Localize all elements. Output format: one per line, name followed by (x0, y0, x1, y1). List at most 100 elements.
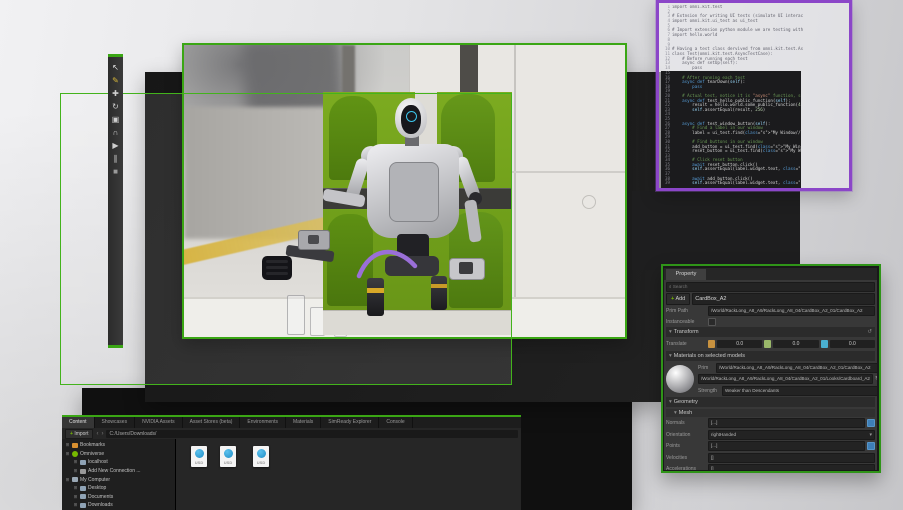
usd-logo-icon (224, 449, 233, 458)
translate-x-field[interactable]: 0.0 (717, 340, 762, 348)
path-field[interactable]: C:/Users/Downloads/ (106, 430, 518, 438)
tree-item-label: Documents (88, 494, 113, 500)
instanceable-checkbox[interactable] (708, 318, 716, 326)
tree-item-add-new-connection-[interactable]: ⊞Add New Connection ... (62, 467, 175, 476)
tab-simready-explorer[interactable]: SimReady Explorer (321, 417, 379, 428)
geometry-row-label: Orientation (666, 432, 706, 438)
back-arrow-icon[interactable]: ‹ (96, 431, 98, 437)
move-tool-icon[interactable]: ✚ (109, 87, 122, 100)
script-editor-panel[interactable]: 1import omni.kit.test2 3# Extnsion for w… (656, 0, 852, 191)
cabinet-handle-2 (582, 195, 596, 209)
scale-tool-icon[interactable]: ▣ (109, 113, 122, 126)
paint-tool-icon[interactable]: ✎ (109, 74, 122, 87)
expand-icon[interactable]: ⊞ (65, 442, 70, 448)
counter-top-color (323, 310, 512, 335)
expand-icon[interactable]: ⊞ (65, 477, 70, 483)
expand-icon[interactable]: ⊞ (73, 468, 78, 474)
add-button[interactable]: + Add (666, 293, 690, 305)
stop-button-icon[interactable]: ■ (109, 165, 122, 178)
attribute-checkbox[interactable] (867, 442, 875, 450)
server-icon (80, 460, 86, 465)
translate-z-field[interactable]: 0.0 (830, 340, 875, 348)
cabinet-seam-v (514, 45, 516, 305)
translate-y-field[interactable]: 0.0 (773, 340, 818, 348)
expand-icon[interactable]: ⊞ (65, 451, 70, 457)
usd-file-3[interactable]: USD (253, 446, 269, 467)
tree-item-bookmarks[interactable]: ⊞ Bookmarks (62, 441, 175, 450)
material-path-field[interactable]: /World/RackLong_A8_A9/RackLong_A8_04/Car… (698, 374, 873, 384)
import-button[interactable]: + Import (65, 429, 93, 439)
select-tool-icon[interactable]: ↖ (109, 61, 122, 74)
attribute-checkbox[interactable] (867, 419, 875, 427)
tree-item-label: Omniverse (80, 451, 104, 457)
strength-dropdown[interactable]: Weaker than Descendants ▾ (722, 386, 877, 396)
material-refresh-icon[interactable]: ↻ (875, 376, 877, 382)
robot-forearm-right (464, 199, 482, 242)
tab-property[interactable]: Property (666, 269, 706, 280)
tree-item-desktop[interactable]: ⊞Desktop (62, 484, 175, 493)
plus-icon: + (671, 296, 674, 302)
expand-icon[interactable]: ⊞ (73, 459, 78, 465)
expand-icon[interactable]: ⊞ (73, 485, 78, 491)
computer-icon (72, 477, 78, 482)
tab-asset-stores-beta-[interactable]: Asset Stores (beta) (183, 417, 241, 428)
geometry-row-value[interactable]: [...] (708, 441, 865, 451)
geometry-row-value[interactable]: [] (708, 464, 875, 470)
bookmark-icon (72, 443, 78, 448)
tab-showcases[interactable]: Showcases (95, 417, 136, 428)
tree-item-localhost[interactable]: ⊞localhost (62, 458, 175, 467)
geometry-row-value[interactable]: [...] (708, 418, 865, 428)
folder-icon (80, 503, 86, 508)
tab-content[interactable]: Content (62, 417, 95, 428)
property-search-input[interactable]: ⌕ Search (666, 282, 875, 292)
content-files-area[interactable]: USD USD USD (176, 439, 521, 510)
tab-console[interactable]: Console (379, 417, 412, 428)
tree-item-documents[interactable]: ⊞ Documents (62, 493, 175, 502)
mesh-subsection-header[interactable]: ▾ Mesh (666, 409, 875, 417)
code-window-backdrop (632, 191, 800, 270)
usd-file-2[interactable]: USD (220, 446, 236, 467)
tree-item-label: Bookmarks (80, 442, 105, 448)
transform-options-icon[interactable]: ↺ (867, 327, 872, 337)
geometry-row-accelerations: Accelerations[] (666, 464, 875, 470)
caret-down-icon: ▾ (674, 409, 677, 417)
tree-item-omniverse[interactable]: ⊞ Omniverse (62, 450, 175, 459)
forward-arrow-icon[interactable]: › (101, 431, 103, 437)
geometry-row-value[interactable]: rightHanded▾ (708, 430, 875, 440)
transform-section-header[interactable]: ▾ Transform ↺ (666, 327, 875, 337)
tree-item-label: My Computer (80, 477, 110, 483)
code-line: 14 pass (661, 66, 803, 71)
robot-eye-ring (406, 111, 417, 122)
rotate-tool-icon[interactable]: ↻ (109, 100, 122, 113)
tree-item-my-computer[interactable]: ⊞ My Computer (62, 475, 175, 484)
caret-down-icon: ▾ (669, 327, 672, 337)
geometry-row-label: Normals (666, 420, 706, 426)
pause-button-icon[interactable]: ∥ (109, 152, 122, 165)
omniverse-icon (72, 451, 78, 457)
expand-icon[interactable]: ⊞ (73, 494, 78, 500)
tab-materials[interactable]: Materials (286, 417, 321, 428)
geometry-row-label: Velocities (666, 455, 706, 461)
material-prim-label: Prim (698, 365, 714, 371)
prim-path-field[interactable]: /World/RackLong_A8_A9/RackLong_A8_04/Car… (708, 306, 875, 316)
tab-nvidia-assets[interactable]: NVIDIA Assets (135, 417, 183, 428)
bottle-1-band (367, 288, 384, 293)
geometry-row-value[interactable]: [] (708, 453, 875, 463)
tree-item-label: Downloads (88, 502, 113, 508)
materials-section-header[interactable]: ▾ Materials on selected models (666, 351, 875, 361)
play-button-icon[interactable]: ▶ (109, 139, 122, 152)
translate-label: Translate (666, 341, 706, 347)
property-panel: Property ⌕ Search + Add CardBox_A2 Prim … (664, 268, 877, 470)
usd-file-1[interactable]: USD (191, 446, 207, 467)
robot-color-viewport[interactable] (323, 92, 512, 335)
snap-tool-icon[interactable]: ∩ (109, 126, 122, 139)
robot-chest-plate (389, 162, 439, 222)
tree-item-downloads[interactable]: ⊞ Downloads (62, 501, 175, 510)
material-prim-field[interactable]: /World/RackLong_A8_A9/RackLong_A8_04/Car… (716, 363, 877, 373)
prim-name-field[interactable]: CardBox_A2 (692, 293, 875, 305)
code-area-dark: 15 16 # After running each test17 async … (661, 71, 801, 188)
content-tabbar: ContentShowcasesNVIDIA AssetsAsset Store… (62, 417, 521, 428)
tab-environments[interactable]: Environments (240, 417, 286, 428)
geometry-section-header[interactable]: ▾ Geometry (666, 397, 875, 407)
expand-icon[interactable]: ⊞ (73, 502, 78, 508)
